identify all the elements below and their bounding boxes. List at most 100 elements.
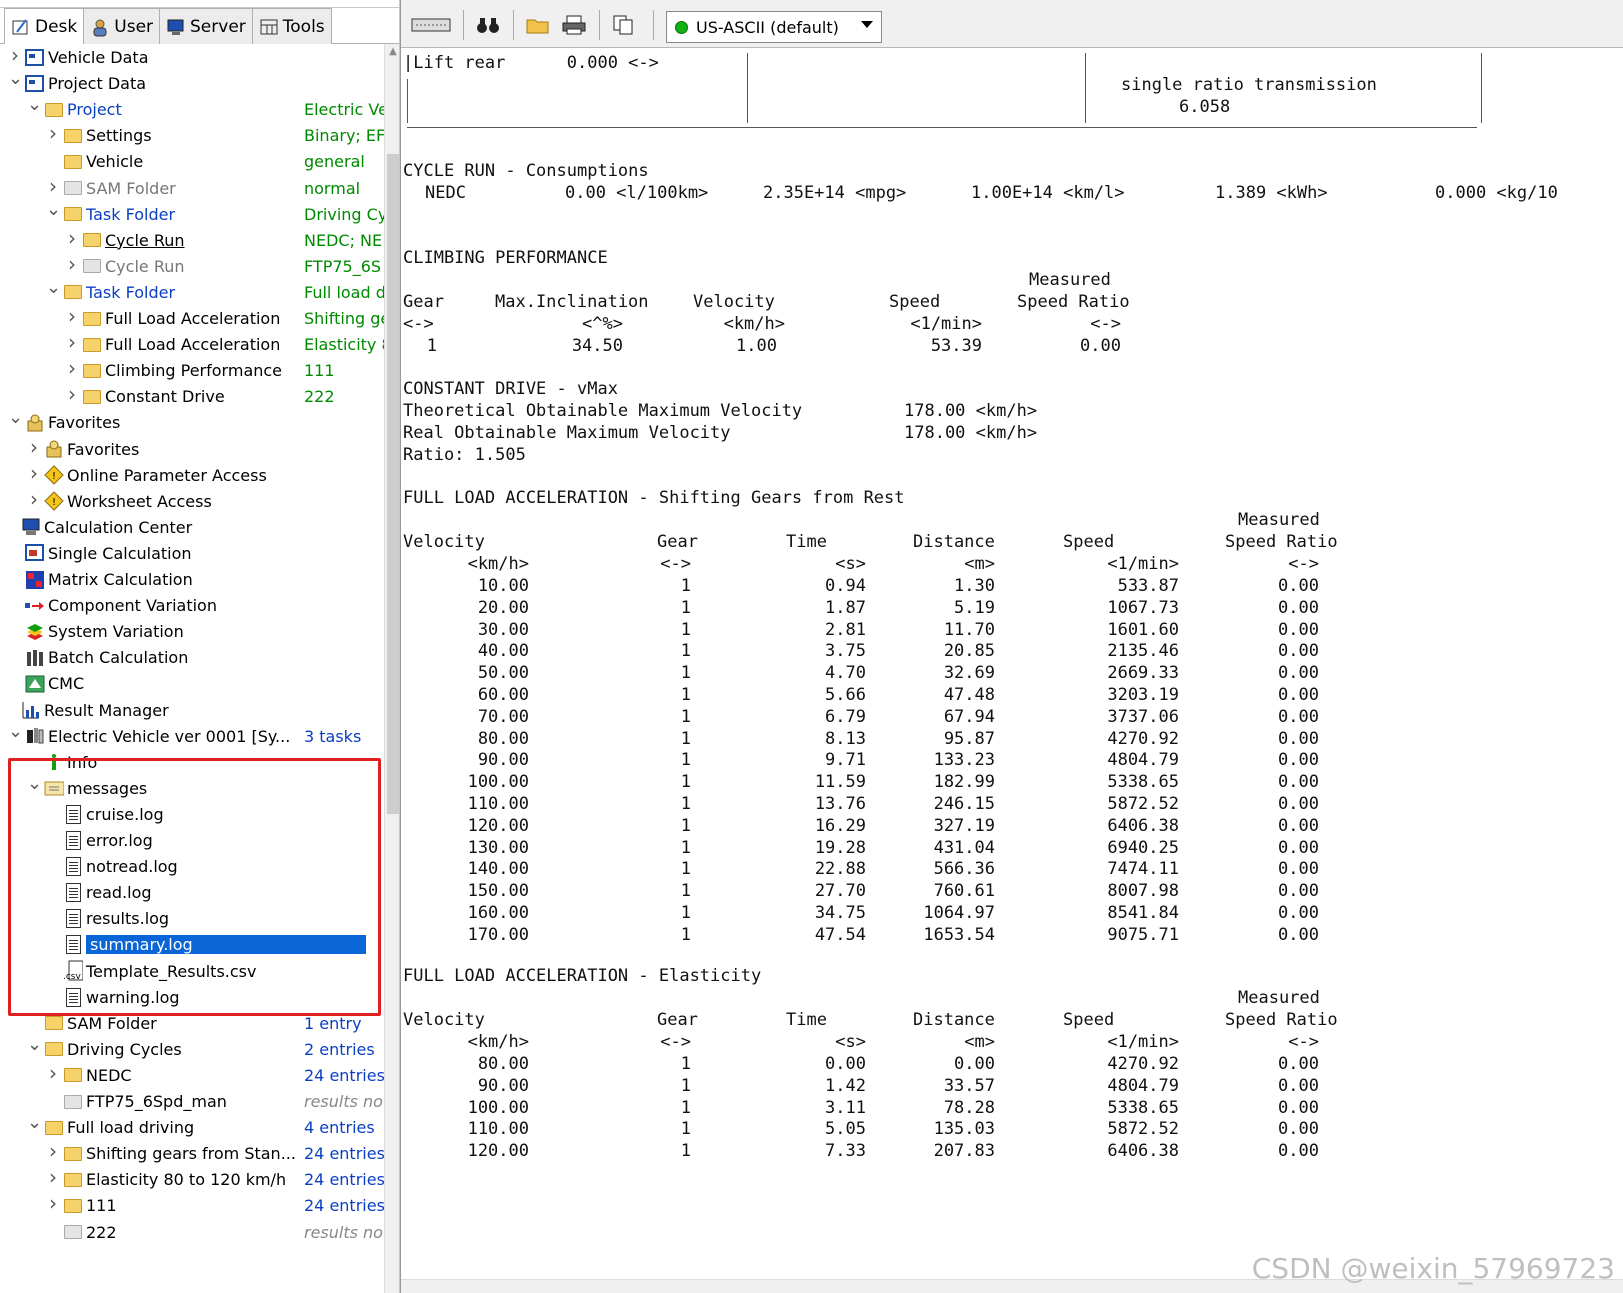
tree-item[interactable]: Component Variation (0, 592, 384, 619)
tree-item[interactable]: warning.log (0, 984, 384, 1011)
tree-item[interactable]: ⌄ Task Folder Full load dr (0, 277, 384, 306)
chevron-right-icon[interactable]: › (46, 1191, 60, 1215)
tree-item[interactable]: › Constant Drive 222 (0, 382, 384, 410)
chevron-right-icon[interactable]: › (46, 1165, 60, 1189)
tree-item[interactable]: › NEDC 24 entries (0, 1061, 384, 1089)
tree-vertical-scrollbar[interactable]: ▲ (384, 44, 399, 1293)
chevron-right-icon[interactable]: › (65, 330, 79, 354)
tree-item[interactable]: cruise.log (0, 801, 384, 828)
tree-item[interactable]: › Favorites (0, 435, 384, 463)
chevron-right-icon[interactable]: › (65, 252, 79, 276)
tree-item[interactable]: Vehicle general (0, 148, 384, 175)
tree-item[interactable]: › Full Load Acceleration Shifting ge (0, 304, 384, 332)
table-cell: 1 (680, 1075, 691, 1096)
tree-item[interactable]: Matrix Calculation (0, 566, 384, 593)
chevron-down-icon[interactable]: ⌄ (46, 277, 61, 298)
tree-item[interactable]: summary.log (0, 931, 384, 958)
tree-item[interactable]: › 111 24 entries (0, 1191, 384, 1219)
tab-desk[interactable]: Desk (4, 8, 85, 44)
tree-item[interactable]: › Cycle Run FTP75_6S (0, 252, 384, 280)
tree-item[interactable]: ›! Worksheet Access (0, 487, 384, 515)
tab-tools[interactable]: Tools (251, 8, 332, 44)
table-cell: 0.00 (1278, 706, 1319, 727)
tree-item[interactable]: results.log (0, 905, 384, 932)
tree-item[interactable]: System Variation (0, 618, 384, 645)
tree-item-value: general (304, 152, 365, 172)
tree-item[interactable]: Calculation Center (0, 514, 384, 541)
tree-item-value: results not (304, 1092, 384, 1111)
tree-item[interactable]: › Elasticity 80 to 120 km/h 24 entries (0, 1165, 384, 1193)
tree-item[interactable]: Result Manager (0, 697, 384, 724)
tree-item[interactable]: .csv Template_Results.csv (0, 958, 384, 985)
tree-item[interactable]: SAM Folder 1 entry (0, 1010, 384, 1037)
encoding-select[interactable]: US-ASCII (default) (666, 11, 882, 43)
tree-item[interactable]: ⌄ Favorites (0, 407, 384, 436)
tree-item[interactable]: › Vehicle Data (0, 44, 384, 71)
tree-item[interactable]: › Shifting gears from Stan... 24 entries (0, 1139, 384, 1167)
tree-item[interactable]: Single Calculation (0, 540, 384, 567)
tree-item[interactable]: ›! Online Parameter Access (0, 461, 384, 489)
copy-icon[interactable] (611, 12, 637, 38)
chevron-right-icon[interactable]: › (27, 487, 41, 511)
chevron-down-icon[interactable]: ⌄ (27, 773, 42, 794)
table-cell: 0.00 (1278, 859, 1319, 880)
keyboard-icon[interactable] (411, 12, 451, 38)
chevron-down-icon[interactable]: ⌄ (27, 1112, 42, 1133)
tree-item[interactable]: › Climbing Performance 111 (0, 356, 384, 384)
tree-item-label: 222 (86, 1222, 117, 1242)
scrollbar-thumb[interactable] (387, 154, 399, 814)
tree-item[interactable]: › Settings Binary; EF (0, 121, 384, 149)
tree-item[interactable]: CMC (0, 670, 384, 697)
tree-item-label: Calculation Center (44, 517, 193, 537)
find-binoculars-icon[interactable] (475, 12, 501, 38)
chevron-right-icon[interactable]: › (46, 174, 60, 198)
tree-item[interactable]: › Full Load Acceleration Elasticity 8 (0, 330, 384, 358)
tree-item[interactable]: ⌄ Project Data (0, 68, 384, 97)
chevron-down-icon[interactable]: ⌄ (8, 68, 23, 89)
tree-item[interactable]: 222 results not (0, 1219, 384, 1246)
tree-item[interactable]: ⌄ Project Electric Vel (0, 94, 384, 123)
tree-item[interactable]: ⌄ Driving Cycles 2 entries (0, 1034, 384, 1063)
folder-icon (63, 282, 83, 302)
chevron-right-icon[interactable]: › (46, 1139, 60, 1163)
tab-user[interactable]: User (83, 8, 161, 44)
chevron-down-icon[interactable]: ⌄ (8, 721, 23, 742)
tree-item[interactable]: read.log (0, 879, 384, 906)
column-header: Measured (1238, 988, 1320, 1008)
chevron-right-icon[interactable]: › (46, 1061, 60, 1085)
tree-item[interactable]: ⌄ Electric Vehicle ver 0001 [Sy... 3 tasks (0, 721, 384, 750)
tree-item[interactable]: error.log (0, 827, 384, 854)
tree-item[interactable]: ⌄ Task Folder Driving Cy (0, 199, 384, 228)
section-title: FULL LOAD ACCELERATION - Elasticity (403, 966, 762, 986)
chevron-down-icon[interactable]: ⌄ (27, 1034, 42, 1055)
tree-item[interactable]: FTP75_6Spd_man results not (0, 1088, 384, 1115)
chevron-down-icon[interactable]: ⌄ (46, 199, 61, 220)
tree-item[interactable]: › SAM Folder normal (0, 174, 384, 202)
chevron-down-icon[interactable]: ⌄ (8, 407, 23, 428)
tree-item[interactable]: notread.log (0, 853, 384, 880)
tree-item[interactable]: Info (0, 749, 384, 776)
chevron-right-icon[interactable]: › (65, 382, 79, 406)
chevron-right-icon[interactable]: › (46, 121, 60, 145)
tree-item-value: 222 (304, 387, 335, 407)
tab-server[interactable]: Server (159, 8, 253, 44)
tree-item-value: results not (304, 1222, 384, 1242)
chevron-down-icon[interactable] (861, 21, 873, 28)
tree-item[interactable]: › Cycle Run NEDC; NE (0, 226, 384, 254)
chevron-right-icon[interactable]: › (8, 44, 22, 67)
print-icon[interactable] (561, 12, 587, 38)
chevron-right-icon[interactable]: › (27, 435, 41, 459)
chevron-right-icon[interactable]: › (65, 304, 79, 328)
tree-item[interactable]: Batch Calculation (0, 644, 384, 671)
chevron-right-icon[interactable]: › (65, 226, 79, 250)
table-cell: 1 (680, 597, 691, 618)
chevron-down-icon[interactable]: ⌄ (27, 94, 42, 115)
tree-item[interactable]: ⌄ messages (0, 773, 384, 802)
tree-item-value: Driving Cy (304, 204, 384, 224)
tree-item-value: 24 entries (304, 1065, 384, 1085)
scroll-up-icon[interactable]: ▲ (387, 46, 399, 58)
chevron-right-icon[interactable]: › (65, 356, 79, 380)
tree-item[interactable]: ⌄ Full load driving 4 entries (0, 1112, 384, 1141)
chevron-right-icon[interactable]: › (27, 461, 41, 485)
open-folder-icon[interactable] (525, 12, 551, 38)
